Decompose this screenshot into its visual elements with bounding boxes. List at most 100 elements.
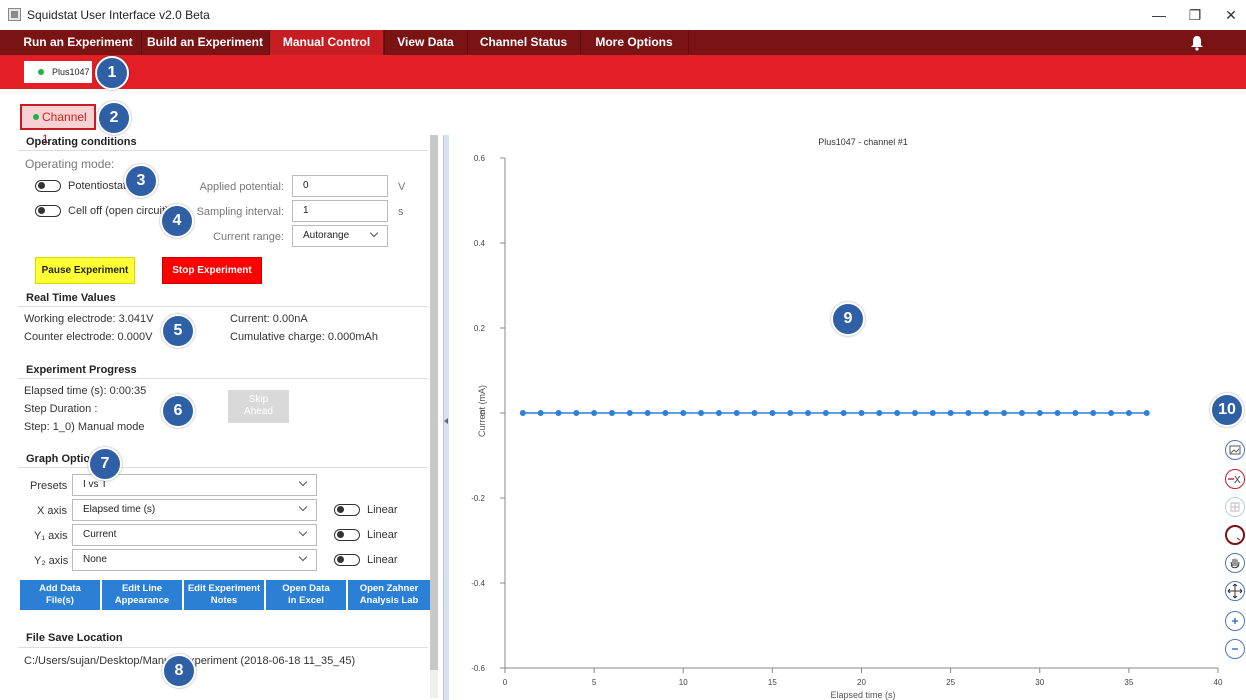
callout-5: 5 xyxy=(161,314,195,348)
minimize-button[interactable]: — xyxy=(1147,5,1171,25)
scrollbar-thumb[interactable] xyxy=(430,135,438,670)
data-point xyxy=(1018,410,1025,416)
counter-electrode-value: Counter electrode: 0.000V xyxy=(24,331,153,343)
sampling-interval-input[interactable]: 1 xyxy=(292,200,388,222)
window-title-bar: Squidstat User Interface v2.0 Beta — ❐ ✕ xyxy=(0,0,1246,30)
applied-potential-input[interactable]: 0 xyxy=(292,175,388,197)
data-point xyxy=(698,410,705,416)
callout-3: 3 xyxy=(124,164,158,198)
data-point xyxy=(537,410,544,416)
x-tick-label: 30 xyxy=(1035,678,1044,687)
callout-1: 1 xyxy=(95,56,129,90)
data-point xyxy=(662,410,669,416)
menu-manual-control[interactable]: Manual Control xyxy=(270,30,383,55)
x-axis-linear-label: Linear xyxy=(367,504,398,516)
data-point xyxy=(787,410,794,416)
collapse-arrow-icon[interactable] xyxy=(444,418,448,424)
potentiostatic-toggle[interactable] xyxy=(35,180,61,192)
data-point xyxy=(1036,410,1043,416)
y-tick-label: -0.6 xyxy=(471,664,485,673)
chart-title: Plus1047 - channel #1 xyxy=(818,137,908,147)
y-tick-label: 0 xyxy=(481,409,486,418)
menu-run-experiment[interactable]: Run an Experiment xyxy=(18,30,138,55)
x-axis-linear-toggle[interactable] xyxy=(334,504,360,516)
current-range-label: Current range: xyxy=(213,231,284,243)
current-value: Current: 0.00nA xyxy=(230,313,308,325)
menu-view-data[interactable]: View Data xyxy=(385,30,466,55)
y-tick-label: 0.6 xyxy=(474,154,486,163)
x-tick-label: 0 xyxy=(503,678,508,687)
edit-experiment-notes-button[interactable]: Edit Experiment Notes xyxy=(184,580,264,610)
step-duration-value: Step Duration : xyxy=(24,403,98,415)
pan-hand-icon[interactable] xyxy=(1225,553,1245,573)
y2-axis-dropdown[interactable]: None xyxy=(72,549,317,571)
y-tick-label: 0.4 xyxy=(474,239,486,248)
edit-line-appearance-button[interactable]: Edit Line Appearance xyxy=(102,580,182,610)
x-tick-label: 25 xyxy=(946,678,955,687)
current-range-dropdown[interactable]: Autorange xyxy=(292,225,388,247)
menu-build-experiment[interactable]: Build an Experiment xyxy=(142,30,268,55)
channel-status-dot-icon xyxy=(33,114,39,120)
stop-experiment-button[interactable]: Stop Experiment xyxy=(162,257,262,284)
current-vs-time-chart[interactable]: Plus1047 - channel #1 Current (mA) Elaps… xyxy=(455,130,1225,700)
applied-potential-label: Applied potential: xyxy=(199,181,284,193)
cell-off-label: Cell off (open circuit) xyxy=(68,205,169,217)
cell-off-toggle[interactable] xyxy=(35,205,61,217)
applied-potential-unit: V xyxy=(398,181,406,193)
zoom-in-icon[interactable] xyxy=(1225,611,1245,631)
x-axis-dropdown[interactable]: Elapsed time (s) xyxy=(72,499,317,521)
remove-x-icon[interactable]: X xyxy=(1225,469,1245,489)
x-tick-label: 20 xyxy=(857,678,866,687)
data-point xyxy=(591,410,598,416)
app-icon xyxy=(8,8,21,21)
data-point xyxy=(1072,410,1079,416)
x-tick-label: 40 xyxy=(1214,678,1223,687)
sampling-interval-unit: s xyxy=(398,206,404,218)
chevron-down-icon xyxy=(298,477,308,487)
step-value: Step: 1_0) Manual mode xyxy=(24,421,145,433)
data-point xyxy=(894,410,901,416)
data-point xyxy=(1108,410,1115,416)
device-tab-plus1047[interactable]: Plus1047 xyxy=(24,61,92,83)
operating-conditions-title: Operating conditions xyxy=(26,136,137,148)
skip-ahead-button[interactable]: Skip Ahead xyxy=(228,390,289,423)
file-save-location-title: File Save Location xyxy=(26,632,123,644)
data-point xyxy=(822,410,829,416)
y-tick-label: -0.2 xyxy=(471,494,485,503)
y1-axis-linear-toggle[interactable] xyxy=(334,529,360,541)
open-zahner-button[interactable]: Open Zahner Analysis Lab xyxy=(348,580,430,610)
image-export-icon[interactable] xyxy=(1225,440,1245,460)
zoom-region-icon[interactable] xyxy=(1225,525,1245,545)
bell-icon[interactable] xyxy=(1190,35,1204,51)
data-point xyxy=(573,410,580,416)
y2-axis-linear-toggle[interactable] xyxy=(334,554,360,566)
current-range-value: Autorange xyxy=(303,230,350,241)
chevron-down-icon xyxy=(369,228,379,238)
data-point xyxy=(626,410,633,416)
maximize-button[interactable]: ❐ xyxy=(1183,5,1207,25)
y2-axis-linear-label: Linear xyxy=(367,554,398,566)
pause-experiment-button[interactable]: Pause Experiment xyxy=(35,257,135,284)
x-tick-label: 35 xyxy=(1124,678,1133,687)
grid-icon[interactable] xyxy=(1225,497,1245,517)
svg-text:X: X xyxy=(1234,475,1241,486)
data-point xyxy=(1054,410,1061,416)
callout-4: 4 xyxy=(160,204,194,238)
presets-label: Presets xyxy=(30,480,68,492)
y1-axis-dropdown[interactable]: Current xyxy=(72,524,317,546)
callout-9: 9 xyxy=(831,302,865,336)
data-point xyxy=(1090,410,1097,416)
close-button[interactable]: ✕ xyxy=(1219,5,1243,25)
zoom-out-icon[interactable] xyxy=(1225,639,1245,659)
x-tick-label: 15 xyxy=(768,678,777,687)
menu-more-options[interactable]: More Options xyxy=(581,30,687,55)
add-data-files-button[interactable]: Add Data File(s) xyxy=(20,580,100,610)
callout-2: 2 xyxy=(97,101,131,135)
menu-channel-status[interactable]: Channel Status xyxy=(468,30,579,55)
channel-1-selector[interactable]: Channel 1 xyxy=(20,104,96,146)
open-data-excel-button[interactable]: Open Data in Excel xyxy=(266,580,346,610)
y1-axis-linear-label: Linear xyxy=(367,529,398,541)
data-point xyxy=(733,410,740,416)
move-icon[interactable] xyxy=(1225,581,1245,601)
data-point xyxy=(983,410,990,416)
